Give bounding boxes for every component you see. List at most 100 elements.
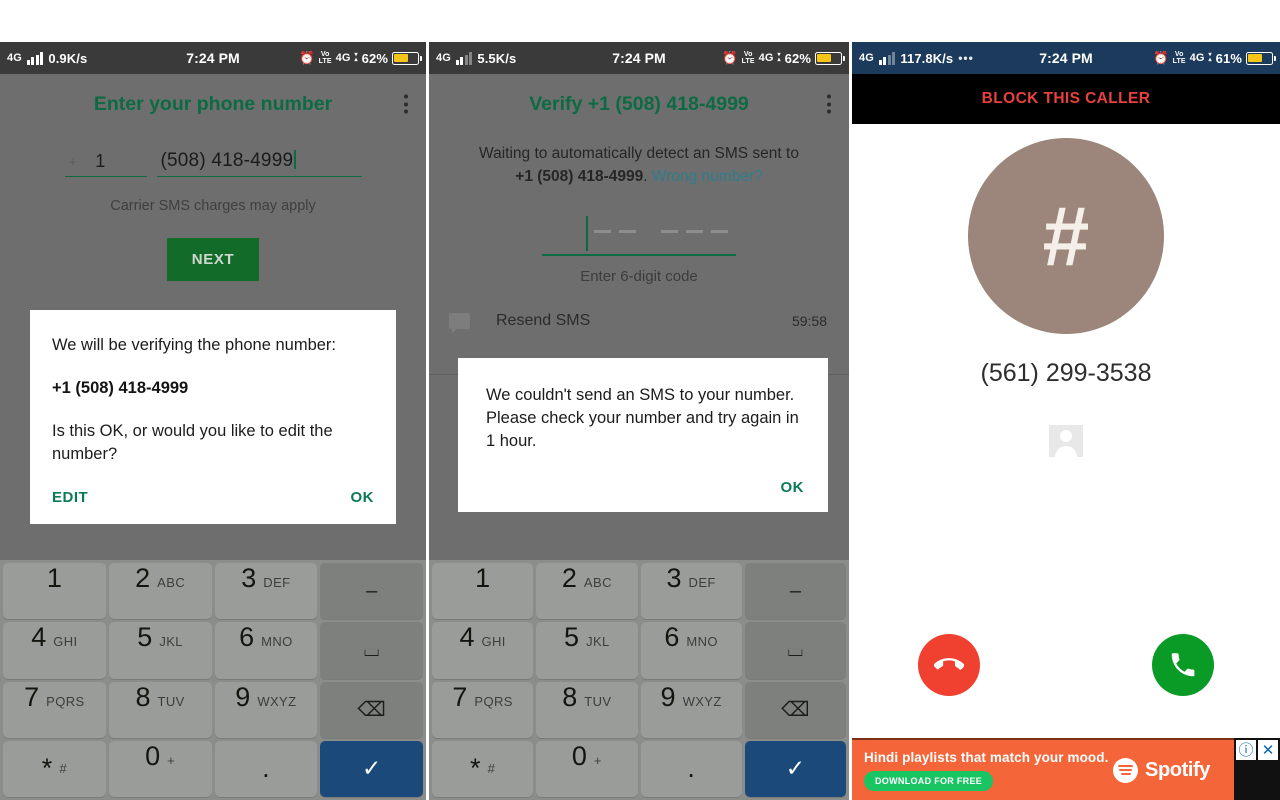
ok-button[interactable]: OK bbox=[781, 479, 805, 496]
network-type-label: 4G bbox=[436, 52, 451, 64]
battery-percent-label: 61% bbox=[1215, 50, 1242, 66]
verify-phone-dialog: We will be verifying the phone number: +… bbox=[30, 310, 396, 524]
call-action-row bbox=[852, 634, 1280, 696]
overflow-menu-icon[interactable] bbox=[827, 94, 831, 114]
key-primary-label: 9 bbox=[235, 681, 251, 712]
key-0[interactable]: 0 + bbox=[536, 740, 638, 797]
key-star[interactable]: * # bbox=[3, 740, 106, 797]
edit-button[interactable]: EDIT bbox=[52, 489, 88, 506]
wrong-number-link[interactable]: Wrong number? bbox=[652, 168, 763, 185]
key-9[interactable]: 9 WXYZ bbox=[640, 681, 742, 738]
key-6[interactable]: 6 MNO bbox=[640, 622, 742, 679]
key-6[interactable]: 6 MNO bbox=[214, 622, 318, 679]
key-5[interactable]: 5 JKL bbox=[536, 622, 638, 679]
country-code-field[interactable]: + 1 bbox=[64, 151, 147, 177]
status-bar-2: 4G 5.5K/s 7:24 PM ⏰ Vo LTE 4G ▾ ▴ 62% bbox=[429, 42, 849, 74]
key-primary-label: 5 bbox=[564, 622, 580, 653]
signal-bars-icon bbox=[455, 51, 473, 65]
decline-call-button[interactable] bbox=[918, 634, 980, 696]
phone-number-row: + 1 (508) 418-4999 bbox=[0, 150, 426, 177]
key-secondary-label: # bbox=[59, 761, 67, 777]
accept-call-button[interactable] bbox=[1152, 634, 1214, 696]
key-1[interactable]: 1 bbox=[3, 563, 106, 620]
key-secondary-label: JKL bbox=[586, 634, 610, 650]
key-2[interactable]: 2 ABC bbox=[536, 563, 638, 620]
key-backspace[interactable]: ⌫ bbox=[320, 681, 423, 738]
network-type-right-label: 4G bbox=[1189, 52, 1205, 64]
key-primary-label: * bbox=[41, 753, 53, 784]
ad-banner[interactable]: Hindi playlists that match your mood. DO… bbox=[852, 738, 1280, 800]
key-primary-label: 7 bbox=[24, 681, 40, 712]
plus-sign: + bbox=[68, 154, 78, 171]
phone-icon bbox=[1171, 653, 1195, 677]
key-3[interactable]: 3 DEF bbox=[214, 563, 318, 620]
key-4[interactable]: 4 GHI bbox=[3, 622, 106, 679]
key-secondary-label: GHI bbox=[53, 634, 78, 650]
key-secondary-label: ABC bbox=[157, 575, 186, 590]
key-9[interactable]: 9 WXYZ bbox=[214, 681, 318, 738]
numeric-keyboard-1[interactable]: 1 2 ABC 3 DEF –4 GHI 5 JKL 6 MNO ⌴ 7 PQRS 8 TUV 9 WXYZ ⌫ * #… bbox=[0, 560, 426, 800]
key-2[interactable]: 2 ABC bbox=[108, 563, 212, 620]
key-primary-label: 2 bbox=[561, 563, 577, 593]
phone-number-field[interactable]: (508) 418-4999 bbox=[156, 150, 362, 177]
status-bar-left-2: 4G 5.5K/s bbox=[436, 51, 612, 66]
ad-cta-button[interactable]: DOWNLOAD FOR FREE bbox=[864, 770, 994, 791]
ad-headline: Hindi playlists that match your mood. bbox=[864, 749, 1109, 765]
dialog-actions: OK bbox=[486, 479, 804, 500]
key-dot[interactable]: . bbox=[214, 740, 318, 797]
key-dash[interactable]: – bbox=[744, 563, 846, 620]
key-space[interactable]: ⌴ bbox=[744, 622, 846, 679]
key-7[interactable]: 7 PQRS bbox=[3, 681, 106, 738]
key-enter[interactable]: ✓ bbox=[320, 740, 423, 797]
panel-verify-code: 4G 5.5K/s 7:24 PM ⏰ Vo LTE 4G ▾ ▴ 62% Veri… bbox=[426, 0, 852, 800]
key-8[interactable]: 8 TUV bbox=[536, 681, 638, 738]
resend-sms-row[interactable]: Resend SMS 59:58 bbox=[429, 312, 849, 333]
key-space[interactable]: ⌴ bbox=[320, 622, 423, 679]
dialog-line-1: We will be verifying the phone number: bbox=[52, 336, 337, 354]
key-5[interactable]: 5 JKL bbox=[108, 622, 212, 679]
key-secondary-label: PQRS bbox=[474, 693, 513, 709]
key-0[interactable]: 0 + bbox=[108, 740, 212, 797]
battery-percent-label: 62% bbox=[361, 50, 388, 66]
key-primary-label: 0 bbox=[571, 740, 587, 771]
key-primary-label: 5 bbox=[137, 622, 153, 653]
ad-close-icon[interactable]: ✕ bbox=[1258, 740, 1278, 760]
key-3[interactable]: 3 DEF bbox=[640, 563, 742, 620]
key-secondary-label: GHI bbox=[481, 634, 506, 650]
overflow-menu-icon[interactable] bbox=[404, 94, 408, 114]
waiting-punct: . bbox=[643, 168, 648, 185]
dialog-actions: EDIT OK bbox=[52, 489, 374, 512]
code-input-field[interactable] bbox=[542, 212, 736, 256]
block-this-caller-button[interactable]: BLOCK THIS CALLER bbox=[852, 74, 1280, 124]
ad-text-block: Hindi playlists that match your mood. DO… bbox=[864, 750, 1113, 791]
ad-content[interactable]: Hindi playlists that match your mood. DO… bbox=[852, 738, 1234, 800]
key-primary-label: 4 bbox=[459, 622, 475, 653]
page-title: Enter your phone number bbox=[93, 92, 333, 115]
key-enter[interactable]: ✓ bbox=[744, 740, 846, 797]
key-1[interactable]: 1 bbox=[432, 563, 534, 620]
key-8[interactable]: 8 TUV bbox=[108, 681, 212, 738]
numeric-keyboard-2[interactable]: 1 2 ABC 3 DEF – 4 GHI 5 JKL 6 MNO ⌴ 7 PQRS 8 TUV 9 WXYZ ⌫ * #… bbox=[429, 560, 849, 800]
ok-button[interactable]: OK bbox=[351, 489, 375, 506]
status-bar-clock: 7:24 PM bbox=[612, 50, 666, 66]
key-7[interactable]: 7 PQRS bbox=[432, 681, 534, 738]
status-bar-1: 4G 0.9K/s 7:24 PM ⏰ Vo LTE 4G ▾ ▴ 62% bbox=[0, 42, 426, 74]
key-backspace[interactable]: ⌫ bbox=[744, 681, 846, 738]
key-primary-label: 0 bbox=[145, 740, 161, 771]
panel-incoming-call: 4G 117.8K/s ••• 7:24 PM ⏰ Vo LTE 4G ▾ ▴ 61… bbox=[852, 0, 1280, 800]
network-type-label: 4G bbox=[859, 52, 874, 64]
volte-icon: Vo LTE bbox=[1172, 51, 1186, 65]
key-star[interactable]: * # bbox=[432, 740, 534, 797]
caller-number: (561) 299-3538 bbox=[980, 359, 1152, 387]
sim-signal-icon: ▾ ▴ bbox=[777, 52, 781, 63]
alarm-icon: ⏰ bbox=[721, 50, 738, 65]
key-dot[interactable]: . bbox=[640, 740, 742, 797]
enter-glyph: ✓ bbox=[361, 755, 382, 782]
key-4[interactable]: 4 GHI bbox=[432, 622, 534, 679]
next-button[interactable]: NEXT bbox=[167, 238, 259, 281]
alarm-icon: ⏰ bbox=[1152, 50, 1169, 65]
key-dash[interactable]: – bbox=[320, 563, 423, 620]
key-secondary-label: MNO bbox=[261, 634, 293, 650]
status-bar-3: 4G 117.8K/s ••• 7:24 PM ⏰ Vo LTE 4G ▾ ▴ 61… bbox=[852, 42, 1280, 74]
ad-info-icon[interactable]: ⓘ bbox=[1236, 740, 1256, 760]
